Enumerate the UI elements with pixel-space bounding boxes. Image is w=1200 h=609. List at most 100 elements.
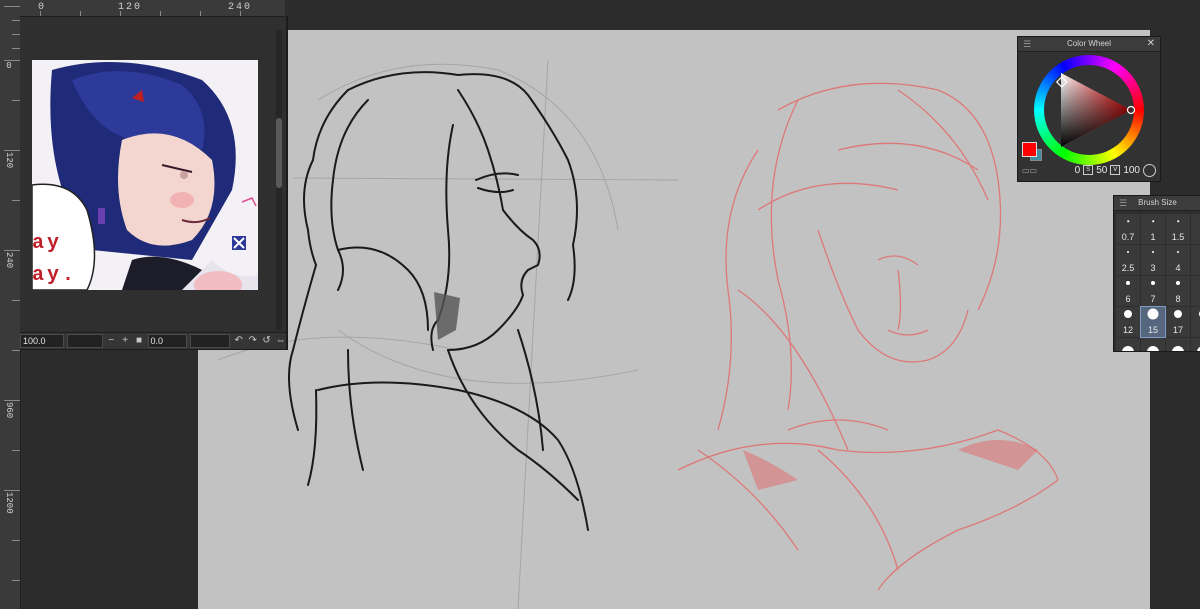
ruler-label-960: 960 xyxy=(4,402,14,419)
panel-menu-icon[interactable]: ☰ xyxy=(1119,196,1127,210)
brush-size-label: 1 xyxy=(1150,232,1156,242)
brush-size-option[interactable]: 15 xyxy=(1140,306,1166,338)
brush-size-option[interactable] xyxy=(1141,338,1165,351)
brush-preview-dot xyxy=(1147,308,1159,320)
scrollbar-thumb[interactable] xyxy=(276,118,282,188)
brush-size-panel: ☰ Brush Size 0.7 1 1.5 2.5 3 4 6 7 8 12 15 17 xyxy=(1113,195,1200,352)
rotation-slider[interactable] xyxy=(190,334,231,348)
brush-preview-dot xyxy=(1152,220,1154,222)
brush-size-option[interactable]: 4 xyxy=(1166,245,1190,275)
brush-size-label: 7 xyxy=(1150,294,1156,304)
brush-size-label: 6 xyxy=(1125,294,1131,304)
brush-size-label: 1.5 xyxy=(1171,232,1185,242)
flip-icon[interactable]: ⇔ xyxy=(275,335,286,347)
saturation-triangle[interactable] xyxy=(1034,55,1144,165)
saturation-mode-icon[interactable]: S xyxy=(1083,165,1094,175)
brush-size-option[interactable] xyxy=(1191,307,1200,337)
drawing-canvas[interactable] xyxy=(198,30,1150,609)
brush-size-label: 4 xyxy=(1175,263,1181,273)
brush-size-option[interactable] xyxy=(1191,338,1200,351)
brush-size-option[interactable]: 6 xyxy=(1116,276,1140,306)
navigator-scrollbar[interactable] xyxy=(276,30,282,330)
color-values-row: ▭▭ 0 S 50 V 100 xyxy=(1022,163,1156,177)
brush-size-option[interactable] xyxy=(1116,338,1140,351)
rotate-left-icon[interactable]: ↶ xyxy=(233,335,244,347)
rotate-right-icon[interactable]: ↷ xyxy=(247,335,258,347)
brush-size-option[interactable]: 17 xyxy=(1166,307,1190,337)
brush-size-option[interactable]: 7 xyxy=(1141,276,1165,306)
brush-size-header[interactable]: ☰ Brush Size xyxy=(1114,196,1200,211)
brush-size-label: 8 xyxy=(1175,294,1181,304)
preview-text-line-2: ay. xyxy=(32,264,78,287)
reset-rotation-icon[interactable]: ↺ xyxy=(261,335,272,347)
brush-preview-dot xyxy=(1122,346,1134,351)
hruler-label-120: 120 xyxy=(118,2,143,13)
brush-size-option[interactable] xyxy=(1191,276,1200,306)
brush-preview-dot xyxy=(1124,310,1132,318)
panel-menu-icon[interactable]: ☰ xyxy=(1023,37,1031,51)
hue-value: 0 xyxy=(1074,164,1081,176)
color-wheel-title: Color Wheel xyxy=(1066,39,1111,48)
horizontal-ruler: 0 120 240 xyxy=(20,0,285,17)
hruler-label-240: 240 xyxy=(228,2,253,13)
hue-ring[interactable] xyxy=(1034,55,1144,165)
zoom-out-button[interactable]: − xyxy=(106,335,117,347)
ruler-label-1200: 1200 xyxy=(4,492,14,514)
brush-size-option[interactable]: 3 xyxy=(1141,245,1165,275)
color-wheel-panel: ☰ Color Wheel ✕ ▭▭ 0 S 50 V 100 xyxy=(1017,36,1161,182)
ruler-label-120: 120 xyxy=(4,152,14,169)
brush-preview-dot xyxy=(1176,281,1180,285)
brush-preview-dot xyxy=(1127,251,1129,253)
zoom-field[interactable]: 100.0 xyxy=(20,334,64,348)
brush-size-label: 12 xyxy=(1122,325,1133,335)
brush-preview-dot xyxy=(1127,220,1129,222)
brush-size-label: 0.7 xyxy=(1121,232,1135,242)
brush-size-label: 15 xyxy=(1147,325,1158,335)
brush-size-title: Brush Size xyxy=(1138,198,1177,207)
brush-size-option[interactable]: 1 xyxy=(1141,214,1165,244)
preview-text-line-1: ay xyxy=(32,232,63,255)
hruler-label-0: 0 xyxy=(38,2,47,13)
navigator-toolbar: 100.0 − + ■ 0.0 ↶ ↷ ↺ ⇔ xyxy=(20,332,286,349)
brush-size-option[interactable]: 0.7 xyxy=(1116,214,1140,244)
transparent-icon[interactable]: ▭▭ xyxy=(1022,166,1042,175)
brush-preview-dot xyxy=(1174,310,1182,318)
sketch-figure xyxy=(677,82,1059,591)
brush-size-option[interactable]: 2.5 xyxy=(1116,245,1140,275)
brush-preview-dot xyxy=(1147,346,1159,351)
sketch-shading-left xyxy=(743,450,798,490)
main-color-swatch[interactable] xyxy=(1022,142,1037,157)
navigator-panel: ay ay. 100.0 − + ■ 0.0 ↶ ↷ ↺ ⇔ xyxy=(20,16,288,350)
brush-preview-dot xyxy=(1151,281,1155,285)
hsv-toggle-icon[interactable] xyxy=(1143,163,1156,177)
brush-size-option[interactable] xyxy=(1191,214,1200,244)
artwork-layers xyxy=(217,59,1059,609)
brush-size-option[interactable] xyxy=(1191,245,1200,275)
saturation-value: 50 xyxy=(1096,164,1108,176)
zoom-in-button[interactable]: + xyxy=(120,335,131,347)
color-wheel-header[interactable]: ☰ Color Wheel ✕ xyxy=(1018,37,1160,52)
close-icon[interactable]: ✕ xyxy=(1147,37,1155,51)
rotation-field[interactable]: 0.0 xyxy=(147,334,188,348)
brush-size-option[interactable] xyxy=(1166,338,1190,351)
ruler-label-0: 0 xyxy=(6,61,12,71)
brightness-mode-icon[interactable]: V xyxy=(1110,165,1121,175)
ruler-label-240: 240 xyxy=(4,252,14,269)
vertical-ruler: 0 120 240 960 1200 xyxy=(0,0,21,609)
brush-preview-dot xyxy=(1177,251,1179,253)
brush-size-label: 2.5 xyxy=(1121,263,1135,273)
brush-size-label: 3 xyxy=(1150,263,1156,273)
brush-preview-dot xyxy=(1177,220,1179,222)
preview-artwork xyxy=(32,60,258,290)
brush-size-option[interactable]: 12 xyxy=(1116,307,1140,337)
brush-size-grid: 0.7 1 1.5 2.5 3 4 6 7 8 12 15 17 xyxy=(1116,214,1200,351)
brightness-value: 100 xyxy=(1123,164,1140,176)
fit-icon[interactable]: ■ xyxy=(134,335,145,347)
zoom-slider[interactable] xyxy=(66,334,103,348)
brush-preview-dot xyxy=(1172,346,1184,351)
brush-preview-dot xyxy=(1126,281,1130,285)
navigator-preview[interactable]: ay ay. xyxy=(32,60,258,290)
neck-shadow xyxy=(434,292,460,340)
brush-size-option[interactable]: 8 xyxy=(1166,276,1190,306)
brush-size-option[interactable]: 1.5 xyxy=(1166,214,1190,244)
